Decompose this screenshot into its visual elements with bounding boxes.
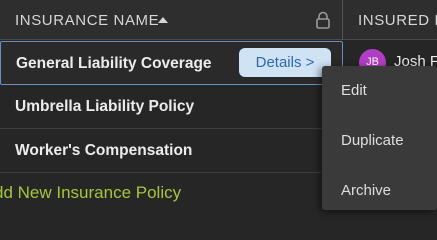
details-button[interactable]: Details > [239,48,331,77]
insurance-name-header-label: INSURANCE NAME [15,12,160,29]
insurance-name-column-header[interactable]: INSURANCE NAME [0,0,343,40]
insurance-name-cell[interactable]: Umbrella Liability Policy [15,98,194,116]
table-row[interactable]: Worker's Compensation [0,129,343,173]
table-header: INSURANCE NAME INSURED R [0,0,437,40]
add-insurance-policy-link[interactable]: dd New Insurance Policy [0,183,181,203]
insured-column-header-label[interactable]: INSURED R [358,12,437,29]
menu-item-duplicate[interactable]: Duplicate [341,132,404,149]
insurance-name-cell[interactable]: Worker's Compensation [15,142,192,160]
context-menu: Edit Duplicate Archive [322,66,437,210]
sort-ascending-icon[interactable] [158,17,168,23]
menu-item-archive[interactable]: Archive [341,182,391,199]
menu-item-edit[interactable]: Edit [341,82,367,99]
table-row[interactable]: Umbrella Liability Policy [0,85,343,129]
lock-icon[interactable] [315,11,331,29]
table-row[interactable]: General Liability Coverage Details > [0,41,343,85]
insurance-name-cell[interactable]: General Liability Coverage [16,55,212,73]
